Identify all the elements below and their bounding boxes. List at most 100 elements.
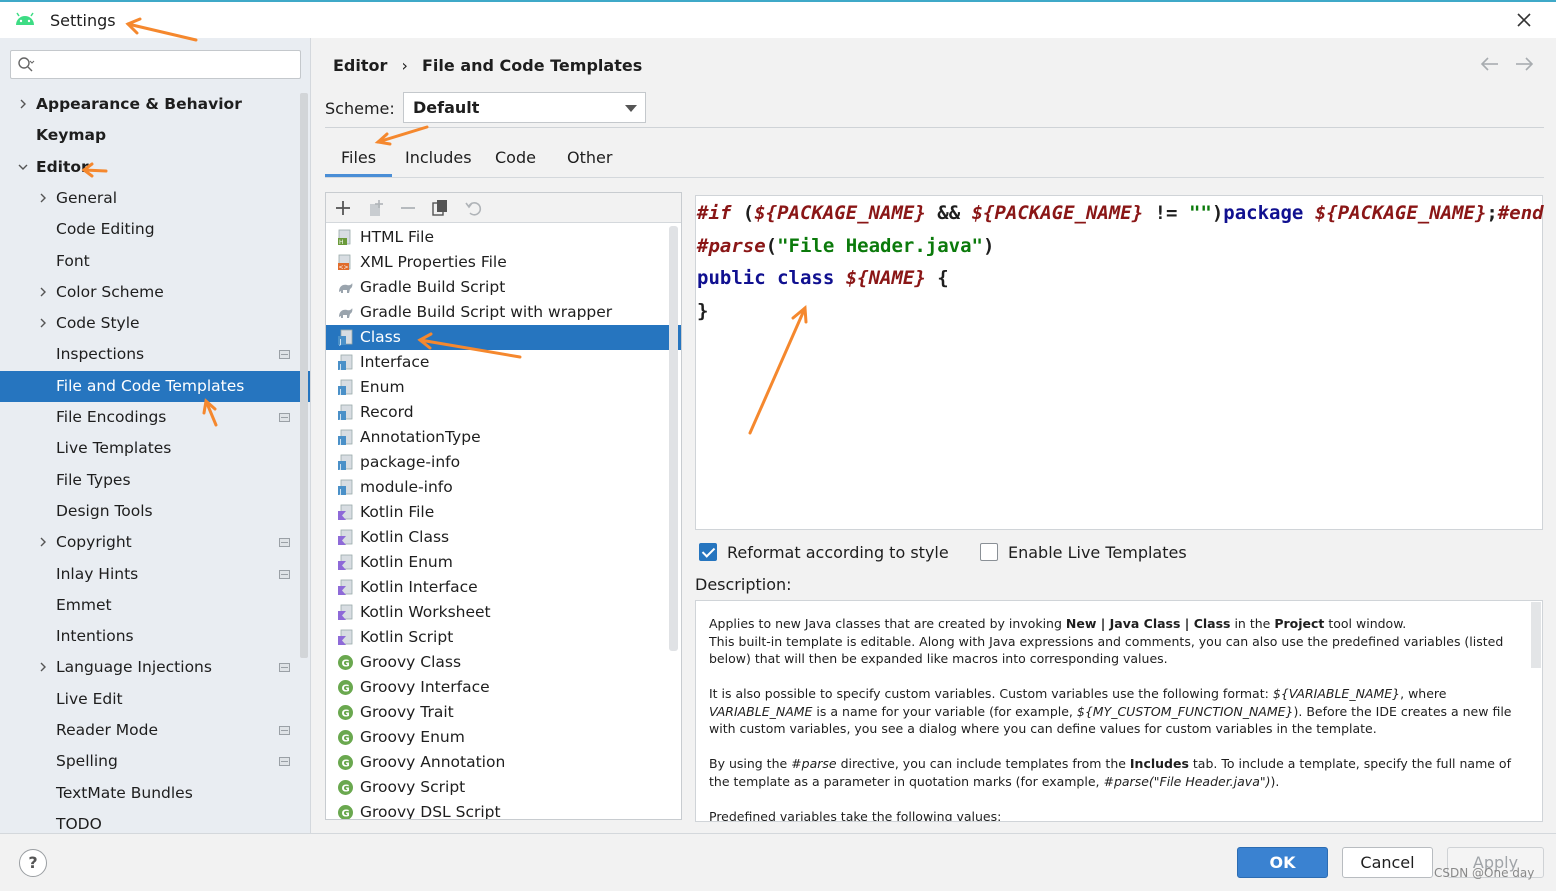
template-item-html-file[interactable]: H HTML File [326, 225, 681, 250]
sidebar-item-code-style[interactable]: Code Style [0, 308, 310, 339]
add-icon[interactable] [333, 198, 353, 218]
gradle-icon [339, 308, 353, 318]
breadcrumb-separator: › [401, 56, 408, 75]
template-item-gradle-build-script-with-wrapper[interactable]: Gradle Build Script with wrapper [326, 300, 681, 325]
sidebar-item-label: Inlay Hints [56, 564, 139, 583]
java-file-icon: J [338, 379, 353, 396]
sidebar-item-color-scheme[interactable]: Color Scheme [0, 277, 310, 308]
tab-code[interactable]: Code [479, 139, 552, 177]
sidebar-item-design-tools[interactable]: Design Tools [0, 496, 310, 527]
chevron-down-icon[interactable] [17, 161, 29, 173]
checkbox-live-templates-box[interactable] [980, 543, 998, 561]
chevron-right-icon[interactable] [37, 192, 49, 204]
breadcrumb-parent[interactable]: Editor [333, 56, 387, 75]
template-item-label: XML Properties File [360, 253, 507, 271]
sidebar-item-textmate-bundles[interactable]: TextMate Bundles [0, 778, 310, 809]
sidebar-item-language-injections[interactable]: Language Injections [0, 652, 310, 683]
template-item-kotlin-interface[interactable]: Kotlin Interface [326, 575, 681, 600]
template-item-package-info[interactable]: Jpackage-info [326, 450, 681, 475]
scheme-dropdown[interactable]: Default [403, 92, 646, 123]
copy-icon[interactable] [430, 198, 450, 218]
chevron-right-icon[interactable] [17, 98, 29, 110]
sidebar-item-font[interactable]: Font [0, 246, 310, 277]
sidebar-item-general[interactable]: General [0, 183, 310, 214]
sidebar-item-keymap[interactable]: Keymap [0, 120, 310, 151]
description-scrollbar[interactable] [1531, 602, 1541, 668]
sidebar-item-todo[interactable]: TODO [0, 809, 310, 833]
sidebar-item-editor[interactable]: Editor [0, 152, 310, 183]
groovy-icon: G [338, 705, 353, 720]
sidebar-item-label: Copyright [56, 533, 132, 552]
sidebar-item-reader-mode[interactable]: Reader Mode [0, 715, 310, 746]
template-item-groovy-class[interactable]: G Groovy Class [326, 650, 681, 675]
template-item-kotlin-enum[interactable]: Kotlin Enum [326, 550, 681, 575]
groovy-icon: G [338, 780, 353, 795]
ok-button[interactable]: OK [1237, 847, 1328, 878]
cancel-button[interactable]: Cancel [1342, 847, 1433, 878]
template-item-xml-properties-file[interactable]: <> XML Properties File [326, 250, 681, 275]
template-item-class[interactable]: J Class [326, 325, 681, 350]
template-item-groovy-annotation[interactable]: G Groovy Annotation [326, 750, 681, 775]
sidebar-item-label: Font [56, 251, 90, 270]
chevron-right-icon[interactable] [37, 536, 49, 548]
template-item-groovy-interface[interactable]: G Groovy Interface [326, 675, 681, 700]
template-item-interface[interactable]: J Interface [326, 350, 681, 375]
chevron-right-icon[interactable] [37, 317, 49, 329]
tab-other[interactable]: Other [551, 139, 628, 177]
tab-files[interactable]: Files [325, 139, 393, 177]
template-item-kotlin-worksheet[interactable]: Kotlin Worksheet [326, 600, 681, 625]
template-item-record[interactable]: J Record [326, 400, 681, 425]
sidebar-item-spelling[interactable]: Spelling [0, 746, 310, 777]
sidebar-item-code-editing[interactable]: Code Editing [0, 214, 310, 245]
template-item-kotlin-file[interactable]: Kotlin File [326, 500, 681, 525]
code-token: public class [697, 267, 835, 289]
template-item-groovy-script[interactable]: G Groovy Script [326, 775, 681, 800]
back-arrow-icon[interactable] [1480, 57, 1498, 71]
sidebar-item-label: Live Templates [56, 439, 172, 458]
sidebar-item-file-types[interactable]: File Types [0, 465, 310, 496]
template-item-groovy-dsl-script[interactable]: G Groovy DSL Script [326, 800, 681, 819]
template-item-label: package-info [360, 453, 461, 471]
add-child-icon[interactable] [366, 198, 386, 218]
sidebar-scrollbar[interactable] [300, 93, 308, 658]
sidebar-item-inspections[interactable]: Inspections [0, 339, 310, 370]
search-input[interactable] [10, 50, 301, 79]
template-item-gradle-build-script[interactable]: Gradle Build Script [326, 275, 681, 300]
template-item-groovy-enum[interactable]: G Groovy Enum [326, 725, 681, 750]
template-code-editor[interactable]: #if (${PACKAGE_NAME} && ${PACKAGE_NAME} … [695, 195, 1544, 530]
sidebar-item-copyright[interactable]: Copyright [0, 527, 310, 558]
close-icon[interactable] [1512, 8, 1536, 32]
help-button[interactable]: ? [19, 849, 47, 877]
template-item-module-info[interactable]: Jmodule-info [326, 475, 681, 500]
sidebar-item-file-encodings[interactable]: File Encodings [0, 402, 310, 433]
sidebar-item-file-and-code-templates[interactable]: File and Code Templates [0, 370, 310, 402]
project-scope-icon [279, 569, 290, 579]
checkbox-reformat-box[interactable] [699, 543, 717, 561]
html-file-icon: H [338, 229, 351, 246]
template-list-scrollbar[interactable] [669, 226, 678, 651]
project-scope-icon [279, 726, 290, 735]
description-text: ${VARIABLE_NAME} [1272, 686, 1401, 701]
template-item-kotlin-class[interactable]: Kotlin Class [326, 525, 681, 550]
description-text: is a name for your variable (for example… [812, 703, 1077, 719]
sidebar-item-intentions[interactable]: Intentions [0, 621, 310, 652]
template-item-kotlin-script[interactable]: Kotlin Script [326, 625, 681, 650]
template-item-enum[interactable]: J Enum [326, 375, 681, 400]
svg-text:J: J [339, 388, 342, 396]
chevron-right-icon[interactable] [37, 661, 49, 673]
sidebar-item-inlay-hints[interactable]: Inlay Hints [0, 559, 310, 590]
chevron-right-icon[interactable] [37, 286, 49, 298]
sidebar-item-live-edit[interactable]: Live Edit [0, 684, 310, 715]
remove-icon[interactable] [398, 198, 418, 218]
sidebar-item-live-templates[interactable]: Live Templates [0, 433, 310, 464]
template-item-groovy-trait[interactable]: G Groovy Trait [326, 700, 681, 725]
tab-includes[interactable]: Includes [389, 139, 488, 177]
forward-arrow-icon[interactable] [1516, 57, 1534, 71]
scheme-value: Default [413, 98, 480, 117]
sidebar-item-emmet[interactable]: Emmet [0, 590, 310, 621]
code-token: ) [983, 234, 995, 257]
template-item-annotationtype[interactable]: J AnnotationType [326, 425, 681, 450]
reset-icon[interactable] [464, 198, 484, 218]
sidebar-item-appearance-behavior[interactable]: Appearance & Behavior [0, 89, 310, 120]
